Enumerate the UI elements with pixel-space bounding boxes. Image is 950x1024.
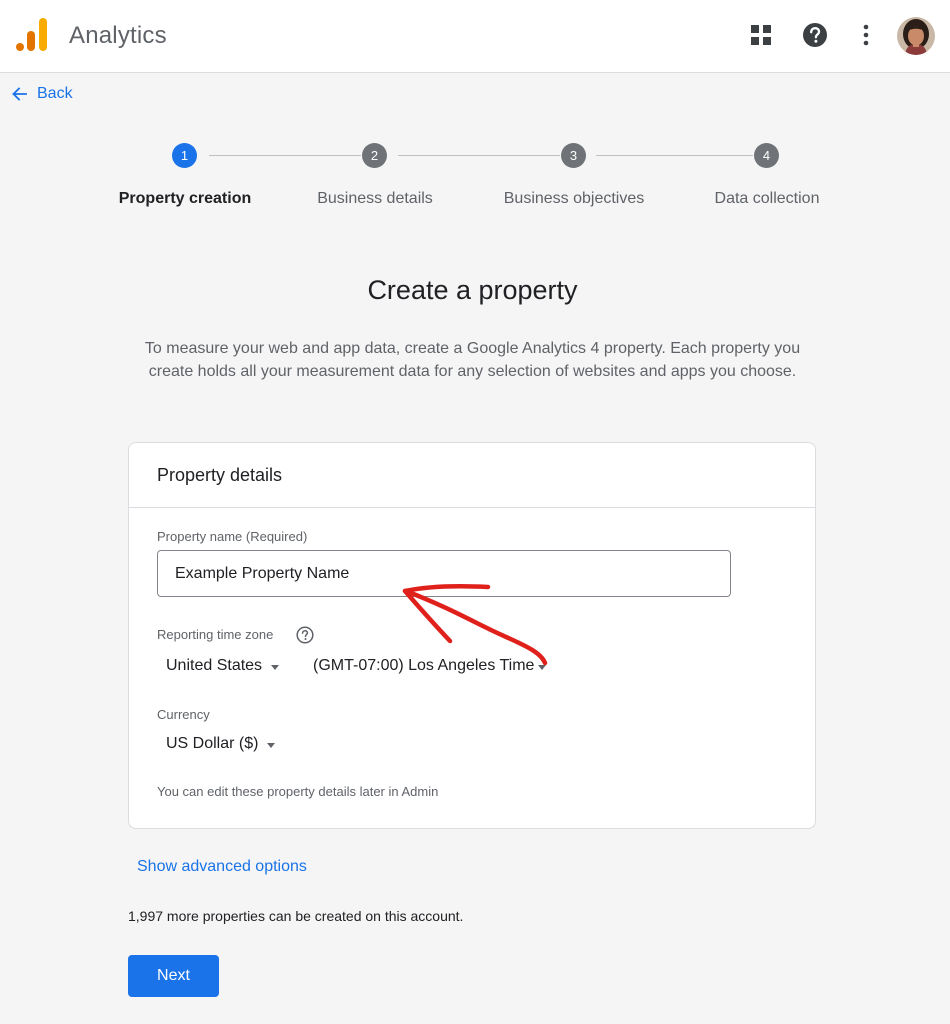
- country-select[interactable]: United States: [166, 653, 280, 679]
- back-label: Back: [37, 85, 73, 102]
- remaining-properties-text: 1,997 more properties can be created on …: [128, 908, 464, 924]
- back-link[interactable]: Back: [11, 83, 73, 105]
- step-3-label: Business objectives: [503, 190, 645, 207]
- step-4-number: 4: [754, 143, 779, 168]
- timezone-select[interactable]: (GMT-07:00) Los Angeles Time: [313, 653, 547, 679]
- top-app-bar: Analytics: [0, 0, 950, 73]
- timezone-value: (GMT-07:00) Los Angeles Time: [313, 657, 535, 674]
- step-1-label: Property creation: [118, 190, 252, 207]
- analytics-logo-icon[interactable]: [16, 18, 48, 52]
- currency-value: US Dollar ($): [166, 735, 259, 752]
- property-details-card: Property details Property name (Required…: [128, 442, 816, 829]
- card-title: Property details: [157, 465, 283, 485]
- step-4-label: Data collection: [714, 190, 820, 207]
- step-2-number: 2: [362, 143, 387, 168]
- stepper-connector: [596, 155, 753, 156]
- currency-label: Currency: [157, 707, 210, 722]
- arrow-left-icon: [12, 87, 27, 101]
- app-title: Analytics: [69, 22, 167, 49]
- property-name-label: Property name (Required): [157, 529, 308, 544]
- apps-grid-icon[interactable]: [748, 22, 774, 48]
- caret-down-icon: [271, 664, 280, 670]
- card-header: Property details: [129, 443, 815, 508]
- next-button[interactable]: Next: [128, 955, 219, 997]
- help-circle-icon[interactable]: [802, 22, 828, 48]
- timezone-label: Reporting time zone: [157, 627, 274, 642]
- stepper-connector: [209, 155, 361, 156]
- page-title: Create a property: [367, 275, 578, 305]
- caret-down-icon: [538, 664, 547, 670]
- help-circle-outline-icon[interactable]: [296, 626, 314, 644]
- show-advanced-options-link[interactable]: Show advanced options: [137, 858, 307, 876]
- user-avatar[interactable]: [897, 17, 935, 55]
- currency-select[interactable]: US Dollar ($): [166, 731, 276, 757]
- edit-later-note: You can edit these property details late…: [157, 784, 439, 799]
- country-value: United States: [166, 657, 263, 674]
- page-description: To measure your web and app data, create…: [144, 340, 801, 380]
- property-name-input[interactable]: [157, 550, 731, 597]
- caret-down-icon: [267, 742, 276, 748]
- step-1-number: 1: [172, 143, 197, 168]
- step-3-number: 3: [561, 143, 586, 168]
- more-vert-icon[interactable]: [853, 22, 879, 48]
- step-2-label: Business details: [317, 190, 433, 207]
- stepper-connector: [398, 155, 560, 156]
